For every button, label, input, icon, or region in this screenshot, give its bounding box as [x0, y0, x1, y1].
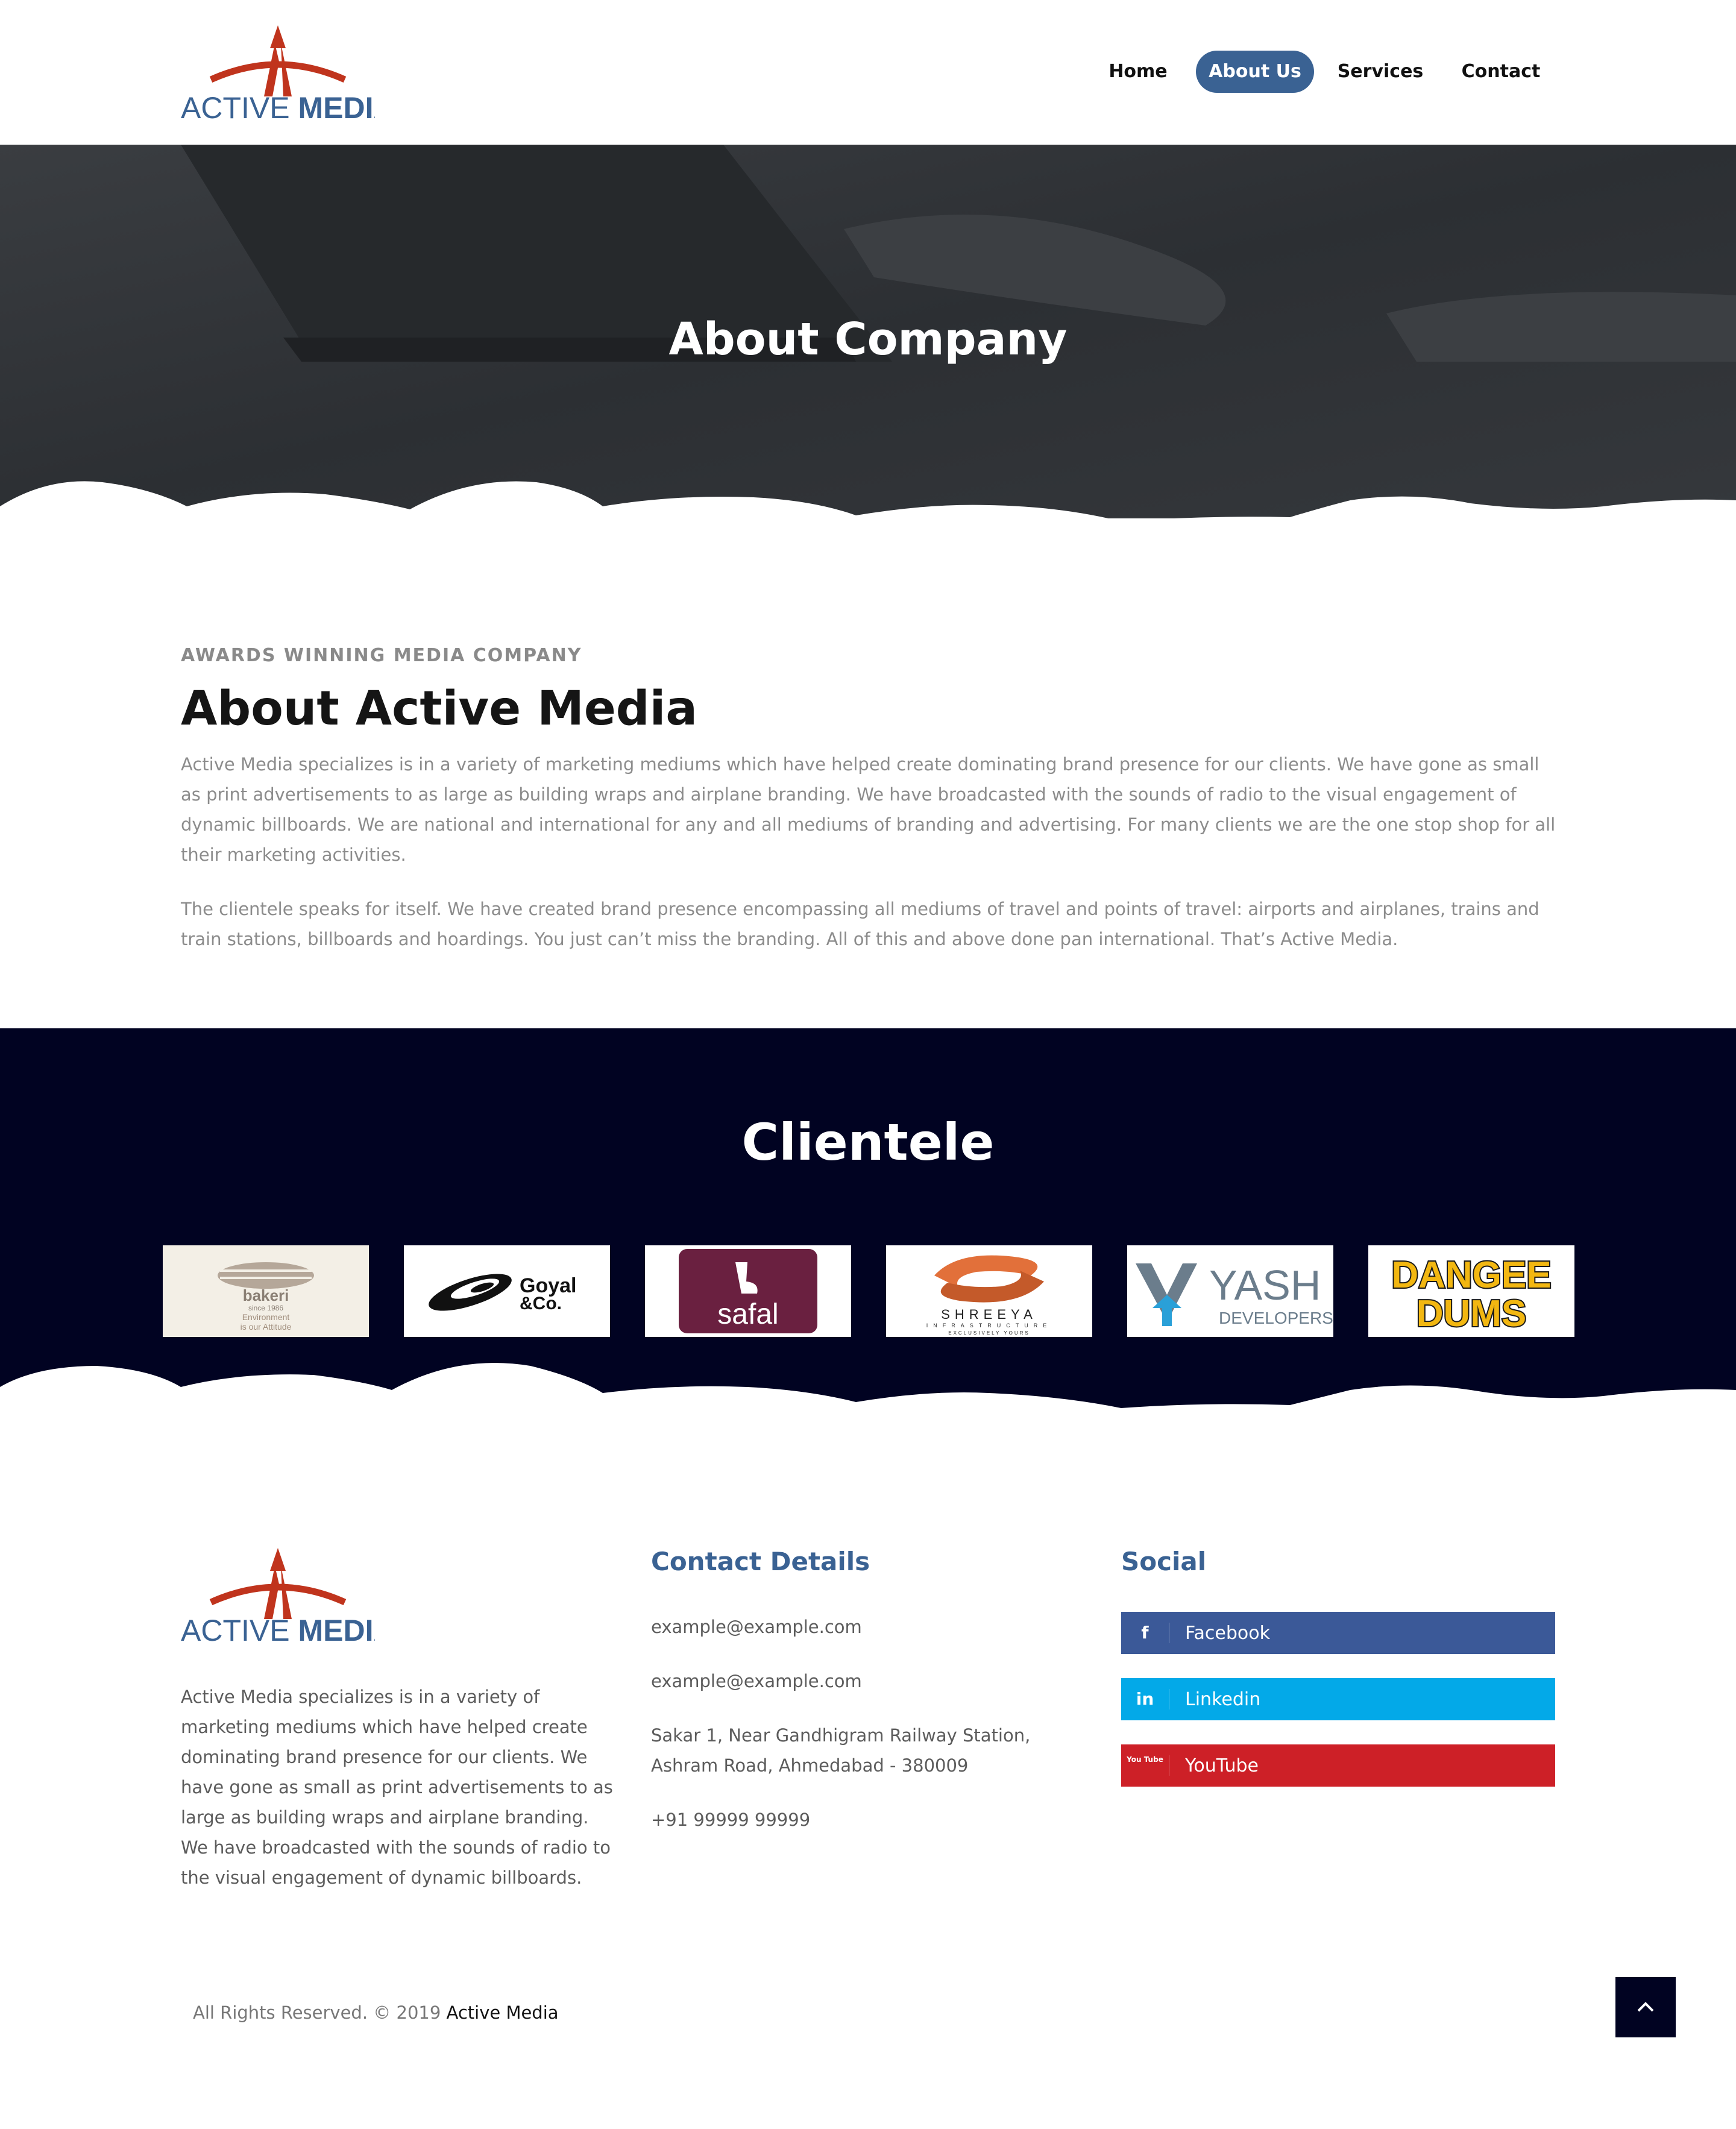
about-eyebrow: AWARDS WINNING MEDIA COMPANY: [181, 645, 582, 666]
about-paragraph: Active Media specializes is in a variety…: [181, 754, 1556, 865]
contact-address: Sakar 1, Near Gandhigram Railway Station…: [651, 1725, 1031, 1776]
facebook-button[interactable]: f Facebook: [1121, 1612, 1555, 1654]
svg-text:DEVELOPERS: DEVELOPERS: [1219, 1309, 1333, 1327]
social-title: Social: [1121, 1547, 1207, 1576]
main-nav: Home About Us Services Contact: [0, 51, 1736, 93]
svg-text:ACTIVE MEDIA: ACTIVE MEDIA: [181, 91, 375, 123]
svg-text:Environment: Environment: [242, 1312, 290, 1322]
clientele-title: Clientele: [741, 1113, 995, 1172]
client-logo-shreeya: SHREEYA INFRASTRUCTURE EXCLUSIVELY YOURS: [886, 1245, 1092, 1337]
youtube-button[interactable]: You Tube YouTube: [1121, 1744, 1555, 1787]
client-logo-yash: YASH DEVELOPERS: [1127, 1245, 1333, 1337]
footer-active-media-logo[interactable]: ACTIVE MEDIA: [181, 1548, 375, 1646]
about-section: AWARDS WINNING MEDIA COMPANY About Activ…: [181, 645, 1561, 954]
svg-text:SHREEYA: SHREEYA: [941, 1307, 1037, 1322]
about-paragraph: The clientele speaks for itself. We have…: [181, 899, 1539, 949]
client-logo-safal: safal: [645, 1245, 851, 1337]
linkedin-label: Linkedin: [1185, 1688, 1261, 1710]
copyright-text: All Rights Reserved. © 2019: [193, 2002, 441, 2023]
copyright-brand-link[interactable]: Active Media: [447, 2002, 559, 2023]
cloud-divider: [0, 1363, 1736, 1414]
about-title: About Active Media: [181, 682, 698, 736]
svg-text:ACTIVE MEDIA: ACTIVE MEDIA: [181, 1614, 375, 1646]
youtube-label: YouTube: [1185, 1755, 1259, 1776]
site-header: ACTIVE MEDIA Home About Us Services Cont…: [0, 0, 1736, 145]
client-logo-bakeri: bakeri since 1986 Environment is our Att…: [163, 1245, 369, 1337]
svg-text:safal: safal: [717, 1298, 778, 1330]
copyright: All Rights Reserved. © 2019 Active Media: [193, 2002, 559, 2023]
hero-title: About Company: [668, 313, 1068, 365]
linkedin-button[interactable]: in Linkedin: [1121, 1678, 1555, 1720]
client-logo-dangee-dums: DANGEE DUMS: [1368, 1245, 1574, 1337]
nav-about-us[interactable]: About Us: [1196, 51, 1314, 93]
linkedin-icon: in: [1121, 1689, 1169, 1709]
svg-text:EXCLUSIVELY YOURS: EXCLUSIVELY YOURS: [948, 1330, 1030, 1336]
clientele-section: Clientele bakeri since 1986 Environment …: [0, 1028, 1736, 1414]
svg-text:since 1986: since 1986: [248, 1304, 283, 1312]
svg-text:is our Attitude: is our Attitude: [241, 1322, 292, 1332]
svg-text:INFRASTRUCTURE: INFRASTRUCTURE: [926, 1322, 1052, 1329]
svg-text:DANGEE: DANGEE: [1391, 1254, 1551, 1296]
svg-text:bakeri: bakeri: [243, 1286, 289, 1304]
footer-about-text: Active Media specializes is in a variety…: [181, 1687, 613, 1888]
svg-text:YASH: YASH: [1209, 1262, 1321, 1309]
client-logo-goyal: Goyal &Co.: [404, 1245, 610, 1337]
youtube-icon: You Tube: [1121, 1755, 1169, 1776]
svg-text:&Co.: &Co.: [520, 1294, 562, 1313]
nav-services[interactable]: Services: [1331, 51, 1430, 93]
contact-email[interactable]: example@example.com: [651, 1612, 1085, 1642]
nav-home[interactable]: Home: [1097, 51, 1179, 93]
contact-phone[interactable]: +91 99999 99999: [651, 1805, 1085, 1835]
chevron-up-icon: [1637, 2002, 1654, 2012]
hero-banner: About Company: [0, 145, 1736, 518]
facebook-label: Facebook: [1185, 1622, 1270, 1644]
back-to-top-button[interactable]: [1615, 1977, 1676, 2037]
contact-email[interactable]: example@example.com: [651, 1666, 1085, 1696]
facebook-icon: f: [1121, 1623, 1169, 1643]
cloud-divider: [0, 481, 1736, 518]
contact-details-title: Contact Details: [651, 1547, 870, 1576]
svg-text:DUMS: DUMS: [1417, 1293, 1527, 1335]
nav-contact[interactable]: Contact: [1453, 51, 1549, 93]
